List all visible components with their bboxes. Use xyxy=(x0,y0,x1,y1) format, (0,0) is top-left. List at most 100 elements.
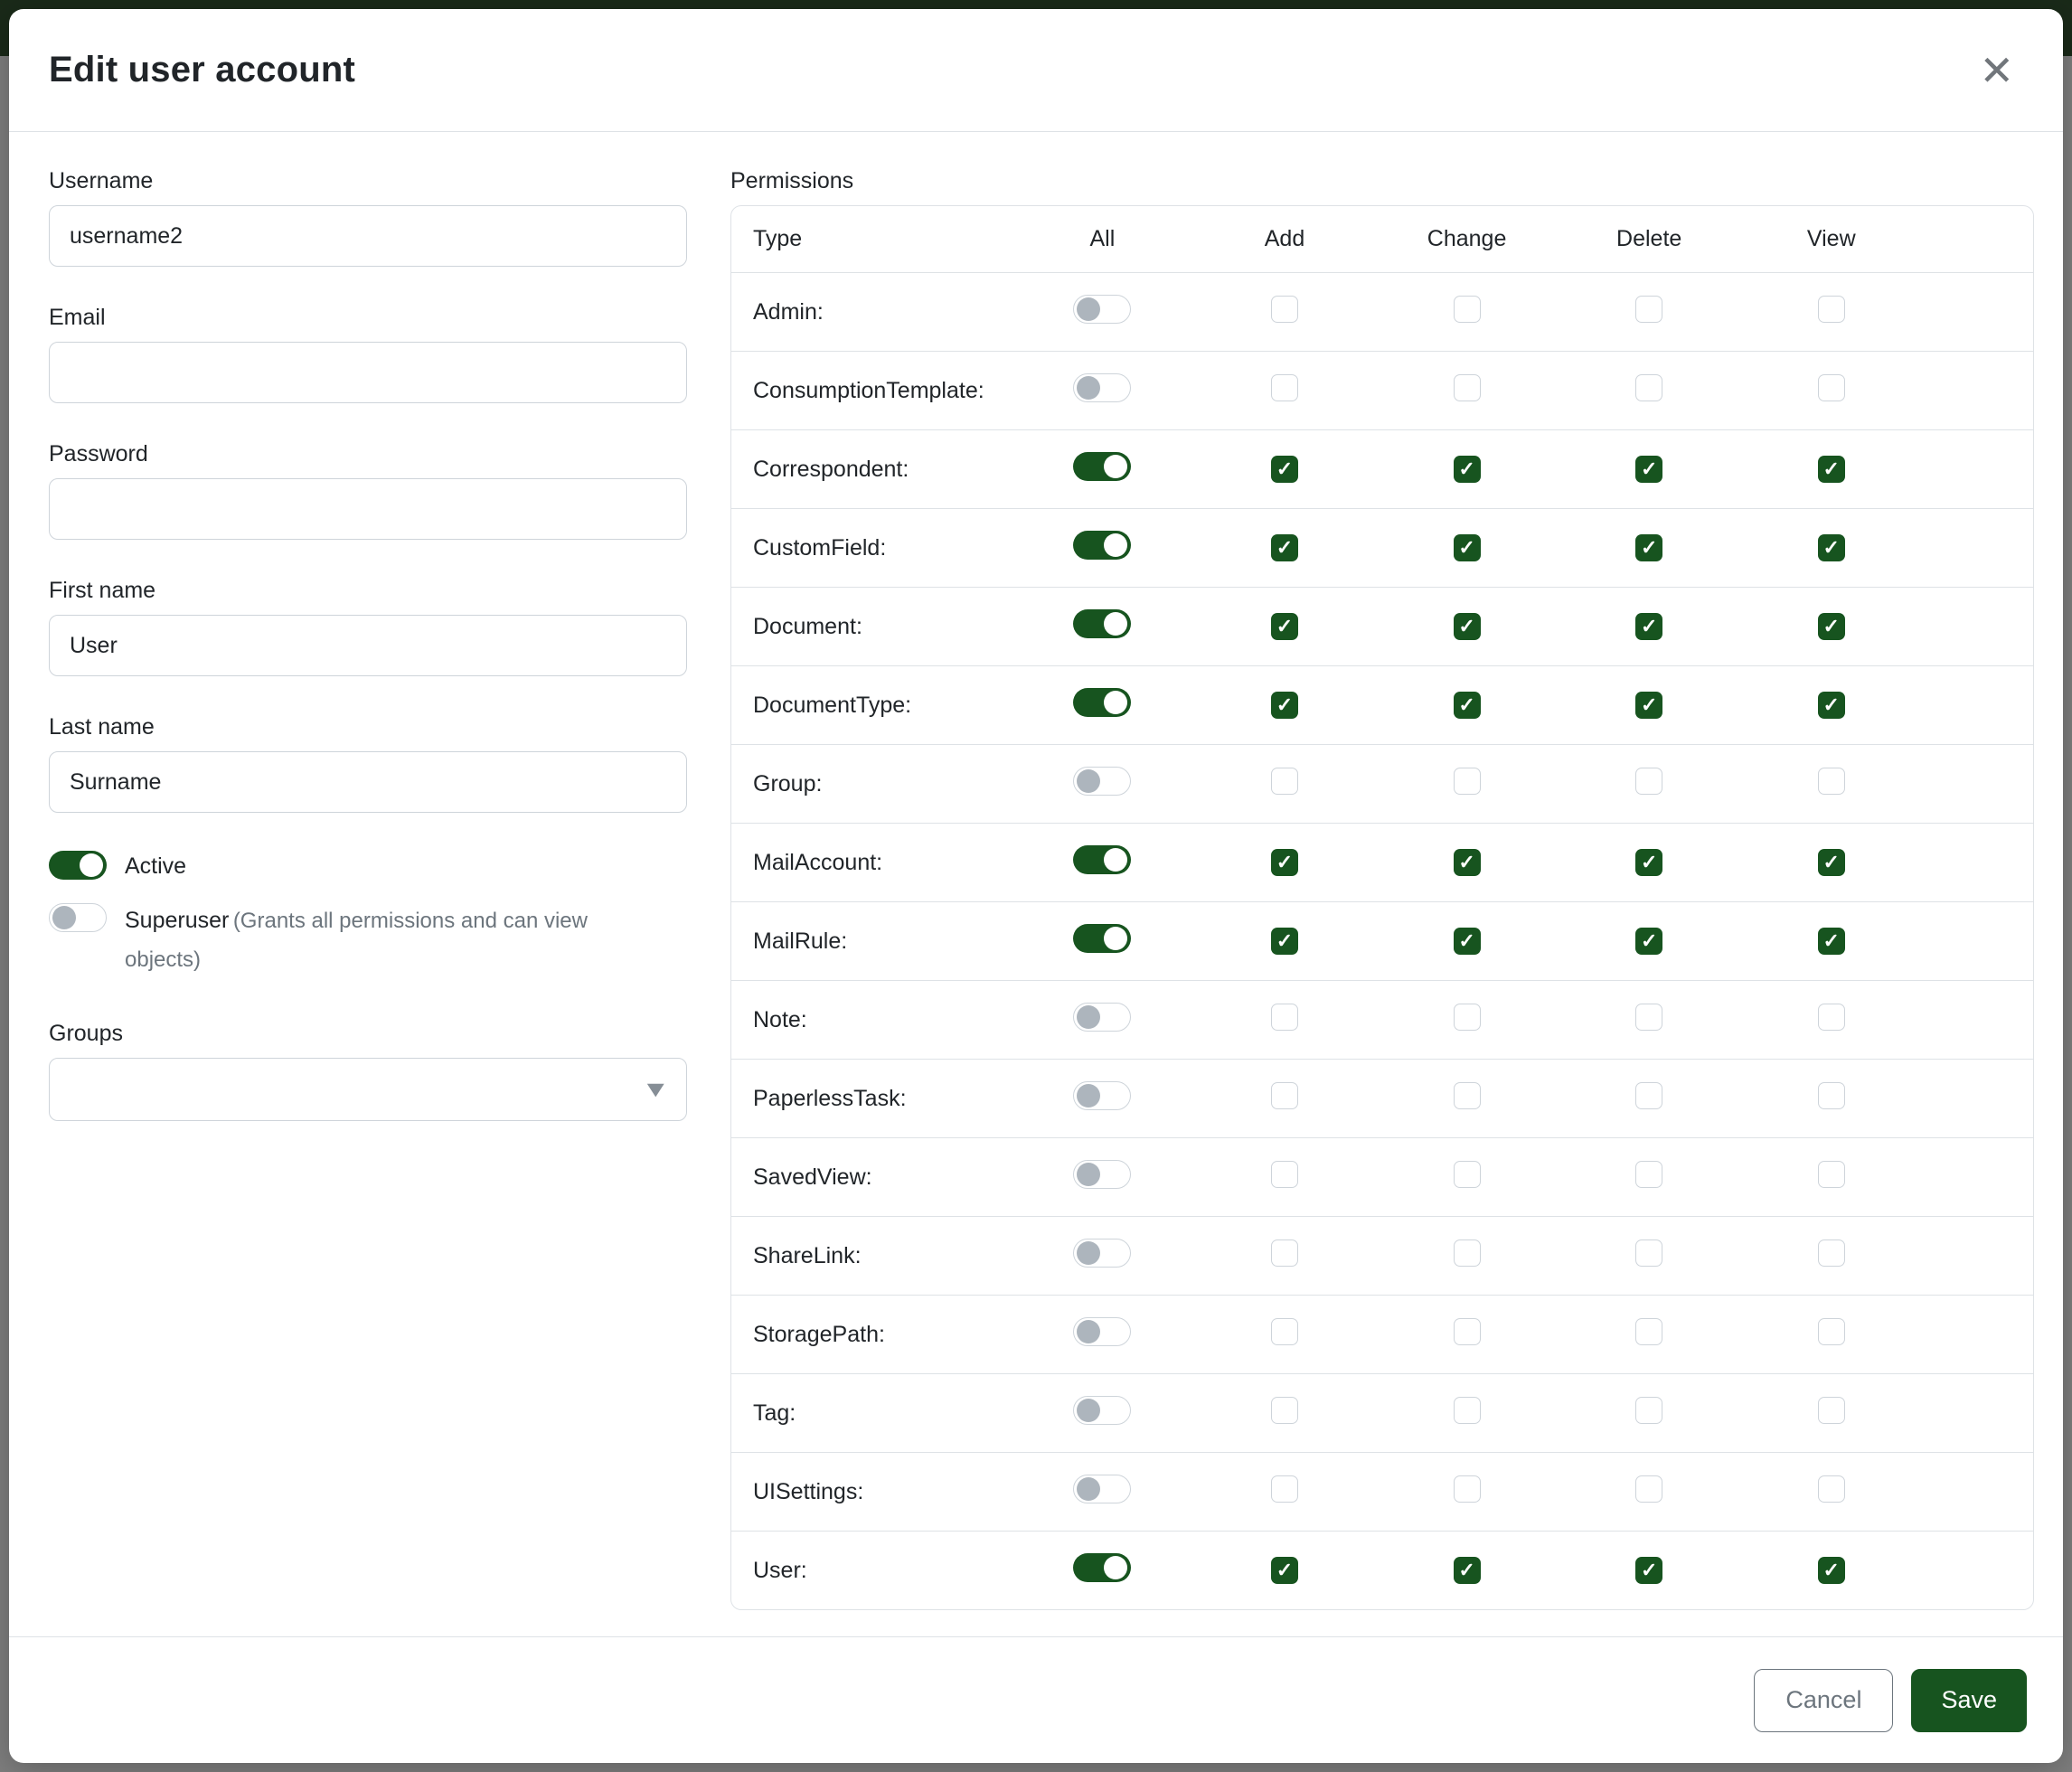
permission-add-checkbox[interactable] xyxy=(1271,1161,1298,1188)
permission-all-toggle[interactable] xyxy=(1073,1317,1131,1346)
permission-all-toggle[interactable] xyxy=(1073,1239,1131,1268)
permission-add-checkbox[interactable] xyxy=(1271,1239,1298,1267)
username-input[interactable] xyxy=(49,205,687,267)
permission-delete-checkbox[interactable] xyxy=(1635,296,1662,323)
permission-all-toggle[interactable] xyxy=(1073,609,1131,638)
permission-change-checkbox[interactable] xyxy=(1454,1239,1481,1267)
permission-view-checkbox[interactable] xyxy=(1818,1475,1845,1503)
permission-add-checkbox[interactable]: ✓ xyxy=(1271,849,1298,876)
permission-type-label: UISettings: xyxy=(731,1452,1012,1531)
permission-add-checkbox[interactable]: ✓ xyxy=(1271,692,1298,719)
permission-change-checkbox[interactable] xyxy=(1454,1318,1481,1345)
permission-change-checkbox[interactable]: ✓ xyxy=(1454,692,1481,719)
permission-delete-checkbox[interactable]: ✓ xyxy=(1635,692,1662,719)
permission-row: MailRule:✓✓✓✓ xyxy=(731,901,2033,980)
superuser-toggle[interactable] xyxy=(49,903,107,932)
password-field[interactable] xyxy=(49,478,687,540)
permission-add-checkbox[interactable] xyxy=(1271,1082,1298,1109)
permission-view-checkbox[interactable] xyxy=(1818,1161,1845,1188)
last-name-field[interactable] xyxy=(49,751,687,813)
permission-change-checkbox[interactable] xyxy=(1454,1475,1481,1503)
permission-view-checkbox[interactable] xyxy=(1818,1239,1845,1267)
permissions-section: Permissions TypeAllAddChangeDeleteView A… xyxy=(730,168,2034,1636)
permission-type-label: Correspondent: xyxy=(731,429,1012,508)
permission-add-checkbox[interactable] xyxy=(1271,1475,1298,1503)
permission-all-toggle[interactable] xyxy=(1073,688,1131,717)
permission-add-checkbox[interactable] xyxy=(1271,1004,1298,1031)
permission-view-checkbox[interactable] xyxy=(1818,1004,1845,1031)
permission-all-toggle[interactable] xyxy=(1073,1160,1131,1189)
permission-delete-checkbox[interactable]: ✓ xyxy=(1635,456,1662,483)
permission-change-checkbox[interactable] xyxy=(1454,768,1481,795)
permission-add-checkbox[interactable]: ✓ xyxy=(1271,1557,1298,1584)
permission-all-toggle[interactable] xyxy=(1073,845,1131,874)
groups-select[interactable]: ▼ xyxy=(49,1058,687,1121)
permission-change-checkbox[interactable]: ✓ xyxy=(1454,456,1481,483)
permission-view-checkbox[interactable]: ✓ xyxy=(1818,1557,1845,1584)
permission-delete-checkbox[interactable] xyxy=(1635,1161,1662,1188)
first-name-field[interactable] xyxy=(49,615,687,676)
active-toggle[interactable] xyxy=(49,851,107,880)
permission-view-checkbox[interactable]: ✓ xyxy=(1818,692,1845,719)
permission-all-toggle[interactable] xyxy=(1073,452,1131,481)
permission-all-toggle[interactable] xyxy=(1073,1475,1131,1503)
permission-view-checkbox[interactable]: ✓ xyxy=(1818,456,1845,483)
permission-delete-checkbox[interactable] xyxy=(1635,1004,1662,1031)
permission-delete-checkbox[interactable]: ✓ xyxy=(1635,534,1662,561)
permission-delete-checkbox[interactable] xyxy=(1635,1318,1662,1345)
permission-all-toggle[interactable] xyxy=(1073,373,1131,402)
permission-add-checkbox[interactable]: ✓ xyxy=(1271,534,1298,561)
permission-view-checkbox[interactable] xyxy=(1818,296,1845,323)
email-field[interactable] xyxy=(49,342,687,403)
permission-view-checkbox[interactable]: ✓ xyxy=(1818,849,1845,876)
permission-view-checkbox[interactable] xyxy=(1818,1082,1845,1109)
permission-change-checkbox[interactable] xyxy=(1454,1397,1481,1424)
permission-add-checkbox[interactable]: ✓ xyxy=(1271,613,1298,640)
permission-add-checkbox[interactable] xyxy=(1271,1397,1298,1424)
permission-view-checkbox[interactable]: ✓ xyxy=(1818,928,1845,955)
permission-delete-checkbox[interactable] xyxy=(1635,768,1662,795)
permission-add-checkbox[interactable] xyxy=(1271,1318,1298,1345)
permission-all-toggle[interactable] xyxy=(1073,1003,1131,1032)
permission-delete-checkbox[interactable] xyxy=(1635,1239,1662,1267)
permission-add-checkbox[interactable] xyxy=(1271,374,1298,401)
permission-change-checkbox[interactable] xyxy=(1454,1161,1481,1188)
permission-change-checkbox[interactable]: ✓ xyxy=(1454,1557,1481,1584)
cancel-button[interactable]: Cancel xyxy=(1754,1669,1893,1732)
save-button[interactable]: Save xyxy=(1911,1669,2027,1732)
permission-delete-checkbox[interactable]: ✓ xyxy=(1635,613,1662,640)
close-icon[interactable]: ✕ xyxy=(1970,46,2023,95)
permission-view-checkbox[interactable] xyxy=(1818,768,1845,795)
permission-add-checkbox[interactable] xyxy=(1271,296,1298,323)
permission-all-toggle[interactable] xyxy=(1073,1081,1131,1110)
permission-delete-checkbox[interactable]: ✓ xyxy=(1635,928,1662,955)
permission-all-toggle[interactable] xyxy=(1073,531,1131,560)
permission-change-checkbox[interactable] xyxy=(1454,296,1481,323)
permission-change-checkbox[interactable] xyxy=(1454,374,1481,401)
permission-change-checkbox[interactable]: ✓ xyxy=(1454,928,1481,955)
permission-add-checkbox[interactable] xyxy=(1271,768,1298,795)
permission-delete-checkbox[interactable]: ✓ xyxy=(1635,1557,1662,1584)
permission-delete-checkbox[interactable] xyxy=(1635,1475,1662,1503)
permission-all-toggle[interactable] xyxy=(1073,767,1131,796)
permission-all-toggle[interactable] xyxy=(1073,295,1131,324)
permission-view-checkbox[interactable]: ✓ xyxy=(1818,613,1845,640)
permission-change-checkbox[interactable]: ✓ xyxy=(1454,534,1481,561)
permission-change-checkbox[interactable] xyxy=(1454,1004,1481,1031)
permission-all-toggle[interactable] xyxy=(1073,1553,1131,1582)
permission-add-checkbox[interactable]: ✓ xyxy=(1271,928,1298,955)
permission-delete-checkbox[interactable]: ✓ xyxy=(1635,849,1662,876)
permission-change-checkbox[interactable] xyxy=(1454,1082,1481,1109)
permission-view-checkbox[interactable] xyxy=(1818,1397,1845,1424)
permission-delete-checkbox[interactable] xyxy=(1635,374,1662,401)
permission-view-checkbox[interactable] xyxy=(1818,374,1845,401)
permission-delete-checkbox[interactable] xyxy=(1635,1397,1662,1424)
permission-all-toggle[interactable] xyxy=(1073,924,1131,953)
permission-change-checkbox[interactable]: ✓ xyxy=(1454,613,1481,640)
permission-all-toggle[interactable] xyxy=(1073,1396,1131,1425)
permission-add-checkbox[interactable]: ✓ xyxy=(1271,456,1298,483)
permission-change-checkbox[interactable]: ✓ xyxy=(1454,849,1481,876)
permission-delete-checkbox[interactable] xyxy=(1635,1082,1662,1109)
permission-view-checkbox[interactable]: ✓ xyxy=(1818,534,1845,561)
permission-view-checkbox[interactable] xyxy=(1818,1318,1845,1345)
